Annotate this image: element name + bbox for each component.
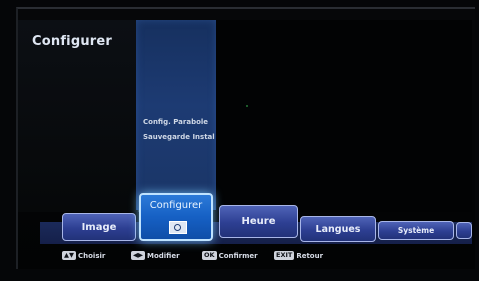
exit-key-icon: EXIT [274,251,295,260]
hint-confirmer: OK Confirmer [202,251,258,260]
tab-langues-label: Langues [315,223,361,235]
up-down-key-icon: ▲▼ [62,251,76,260]
tab-configurer-label: Configurer [149,200,203,211]
tab-systeme[interactable]: Système [378,221,454,240]
preview-area [216,20,472,212]
left-right-key-icon: ◀▶ [131,251,145,260]
tab-langues[interactable]: Langues [300,216,376,242]
hint-retour: EXIT Retour [274,251,323,260]
submenu-column [136,20,216,210]
hint-choisir: ▲▼ Choisir [62,251,105,260]
tab-heure[interactable]: Heure [219,205,298,238]
tab-configurer[interactable]: Configurer [139,193,213,241]
tab-heure-label: Heure [241,216,276,227]
hint-confirmer-label: Confirmer [218,251,258,260]
ok-key-icon: OK [202,251,217,260]
panel-title: Configurer [32,34,113,49]
magnifier-icon [169,221,187,234]
tab-image-label: Image [81,221,117,233]
hint-retour-label: Retour [296,251,324,260]
hint-choisir-label: Choisir [78,251,106,260]
hint-modifier-label: Modifier [147,251,180,260]
tab-next-partial[interactable] [456,222,472,239]
tab-image[interactable]: Image [62,213,136,241]
hint-modifier: ◀▶ Modifier [131,251,180,260]
tab-systeme-label: Système [397,226,435,235]
submenu-item-sauvegarde-instal[interactable]: Sauvegarde Instal [143,133,215,141]
signal-dot [246,105,248,107]
submenu-item-config-parabole[interactable]: Config. Parabole [143,118,208,126]
